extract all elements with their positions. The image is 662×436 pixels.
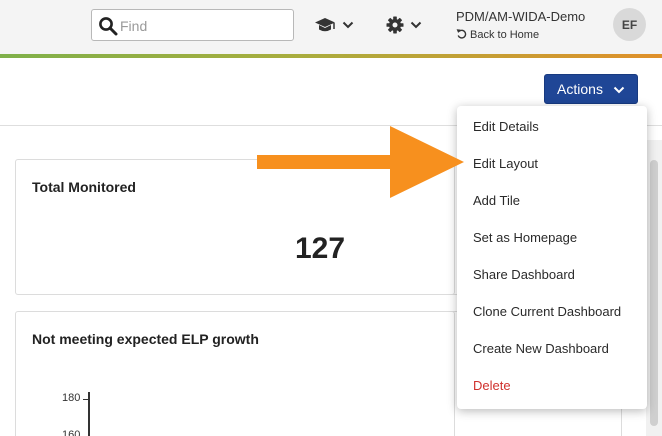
y-tick-label: 160 (62, 429, 81, 436)
chevron-down-icon (613, 81, 625, 97)
settings-menu-button[interactable] (386, 12, 422, 38)
tile-title: Total Monitored (32, 179, 136, 195)
gear-icon (386, 16, 404, 34)
organization-name: PDM/AM-WIDA-Demo (456, 9, 586, 24)
y-axis-tick (83, 399, 89, 400)
actions-button[interactable]: Actions (544, 74, 638, 104)
search-input[interactable] (120, 15, 288, 36)
chevron-down-icon (410, 21, 422, 29)
menu-item-edit-details[interactable]: Edit Details (457, 108, 647, 145)
y-tick-label: 180 (62, 392, 81, 404)
tile-title: Not meeting expected ELP growth (32, 331, 259, 347)
menu-item-clone-dashboard[interactable]: Clone Current Dashboard (457, 293, 647, 330)
annotation-arrow (257, 126, 464, 198)
user-avatar[interactable]: EF (613, 8, 646, 41)
menu-item-create-dashboard[interactable]: Create New Dashboard (457, 330, 647, 367)
search-icon (98, 16, 118, 36)
menu-item-add-tile[interactable]: Add Tile (457, 182, 647, 219)
menu-item-set-as-homepage[interactable]: Set as Homepage (457, 219, 647, 256)
actions-button-label: Actions (557, 81, 603, 97)
actions-dropdown-menu: Edit Details Edit Layout Add Tile Set as… (457, 106, 647, 409)
chevron-down-icon (342, 21, 354, 29)
search-box[interactable] (91, 9, 294, 41)
back-to-home-label: Back to Home (470, 29, 540, 41)
menu-item-edit-layout[interactable]: Edit Layout (457, 145, 647, 182)
undo-icon (456, 28, 467, 42)
courses-menu-button[interactable] (314, 12, 354, 38)
menu-item-delete[interactable]: Delete (457, 367, 647, 404)
back-to-home-link[interactable]: Back to Home (456, 28, 606, 42)
graduation-cap-icon (314, 17, 336, 33)
elp-growth-tile[interactable]: Not meeting expected ELP growth 180 160 (15, 311, 455, 436)
menu-item-share-dashboard[interactable]: Share Dashboard (457, 256, 647, 293)
top-navigation-bar: PDM/AM-WIDA-Demo Back to Home EF (0, 0, 662, 54)
account-info: PDM/AM-WIDA-Demo Back to Home (456, 9, 606, 42)
dashboard-page: PDM/AM-WIDA-Demo Back to Home EF Actions… (0, 0, 662, 436)
scrollbar-thumb[interactable] (650, 160, 658, 426)
